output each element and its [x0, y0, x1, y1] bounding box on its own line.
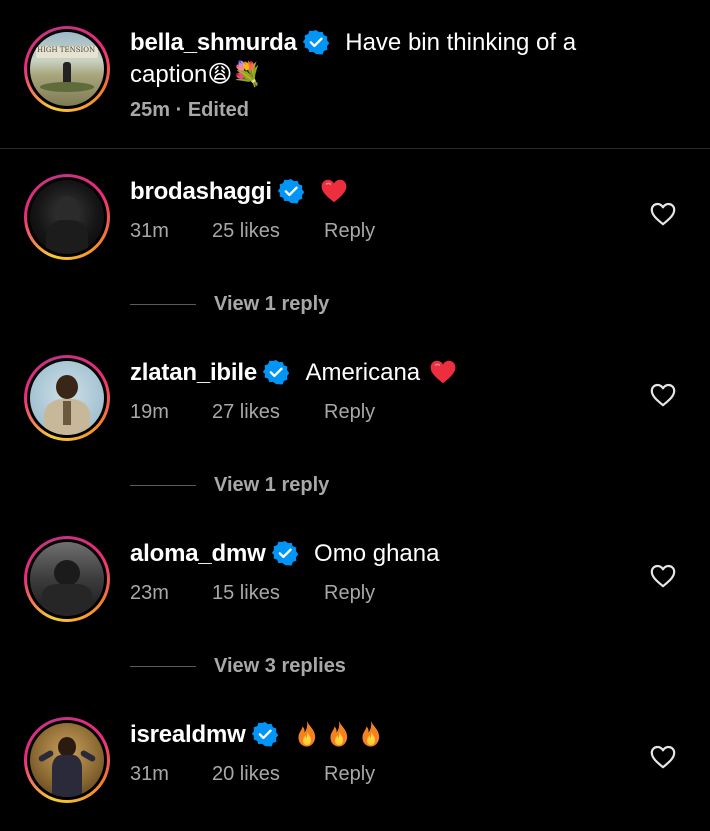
heart-outline-icon[interactable] [650, 564, 676, 588]
caption-emoji: 😩💐 [207, 60, 263, 88]
reply-button[interactable]: Reply [324, 401, 375, 424]
avatar-image [30, 180, 104, 254]
verified-badge-icon [303, 29, 329, 55]
view-replies-button[interactable]: View 3 replies [130, 651, 346, 681]
comment-item: isrealdmw 31m 20 likes Reply [0, 715, 710, 825]
comment-item: aloma_dmw Omo ghana 23m 15 likes Reply V… [0, 534, 710, 694]
comment-item: brodashaggi 31m 25 likes Reply View 1 re… [0, 172, 710, 332]
comment-time: 31m [130, 220, 169, 242]
divider-line [130, 303, 196, 305]
view-replies-label: View 1 reply [214, 292, 330, 315]
view-replies-button[interactable]: View 1 reply [130, 289, 329, 319]
comment-username[interactable]: zlatan_ibile [130, 359, 257, 386]
fire-emoji [326, 720, 352, 748]
comment-text: Americana [305, 359, 421, 386]
heart-outline-icon[interactable] [650, 745, 676, 769]
divider-line [130, 484, 196, 486]
fire-emoji-group [294, 720, 384, 760]
avatar-image [30, 542, 104, 616]
comment-username[interactable]: brodashaggi [130, 178, 272, 205]
reply-button[interactable]: Reply [324, 582, 375, 605]
comment-username[interactable]: isrealdmw [130, 721, 246, 748]
heart-outline-icon[interactable] [650, 202, 676, 226]
comment-likes[interactable]: 15 likes [212, 582, 280, 605]
caption-time: 25m [130, 99, 171, 121]
verified-badge-icon [263, 359, 289, 385]
reply-button[interactable]: Reply [324, 763, 375, 786]
comment-text: Omo ghana [314, 540, 440, 567]
comment-username[interactable]: aloma_dmw [130, 540, 266, 567]
red-heart-emoji [429, 359, 457, 385]
comment-likes[interactable]: 20 likes [212, 763, 280, 786]
fire-emoji [294, 720, 320, 748]
caption-text-line1: Have bin thinking of a [345, 29, 577, 56]
fire-emoji [358, 720, 384, 748]
verified-badge-icon [272, 540, 298, 566]
avatar-image [30, 723, 104, 797]
view-replies-button[interactable]: View 1 reply [130, 470, 329, 500]
comment-likes[interactable]: 25 likes [212, 220, 280, 243]
divider-line [130, 665, 196, 667]
caption-text-line2: caption [130, 61, 208, 88]
avatar[interactable] [24, 717, 110, 803]
caption-username[interactable]: bella_shmurda [130, 29, 297, 56]
avatar[interactable]: HIGH TENSION 2.0 [24, 26, 110, 112]
comment-likes[interactable]: 27 likes [212, 401, 280, 424]
comment-item: zlatan_ibile Americana 19m 27 likes Repl… [0, 353, 710, 513]
heart-outline-icon[interactable] [650, 383, 676, 407]
caption-edited: Edited [187, 99, 249, 121]
view-replies-label: View 3 replies [214, 654, 346, 677]
comment-time: 23m [130, 582, 169, 604]
caption-separator: · [175, 99, 183, 121]
post-caption: HIGH TENSION 2.0 bella_shmurda Have bin … [0, 0, 710, 149]
verified-badge-icon [278, 178, 304, 204]
avatar-image: HIGH TENSION 2.0 [30, 32, 104, 106]
verified-badge-icon [252, 721, 278, 747]
avatar-image [30, 361, 104, 435]
view-replies-label: View 1 reply [214, 473, 330, 496]
comment-time: 19m [130, 401, 169, 423]
caption-meta: 25m · Edited [130, 99, 249, 122]
avatar[interactable] [24, 355, 110, 441]
red-heart-emoji [320, 178, 348, 204]
avatar[interactable] [24, 174, 110, 260]
comment-time: 31m [130, 763, 169, 785]
avatar[interactable] [24, 536, 110, 622]
avatar-sign-text: HIGH TENSION 2.0 [37, 46, 97, 54]
reply-button[interactable]: Reply [324, 220, 375, 243]
